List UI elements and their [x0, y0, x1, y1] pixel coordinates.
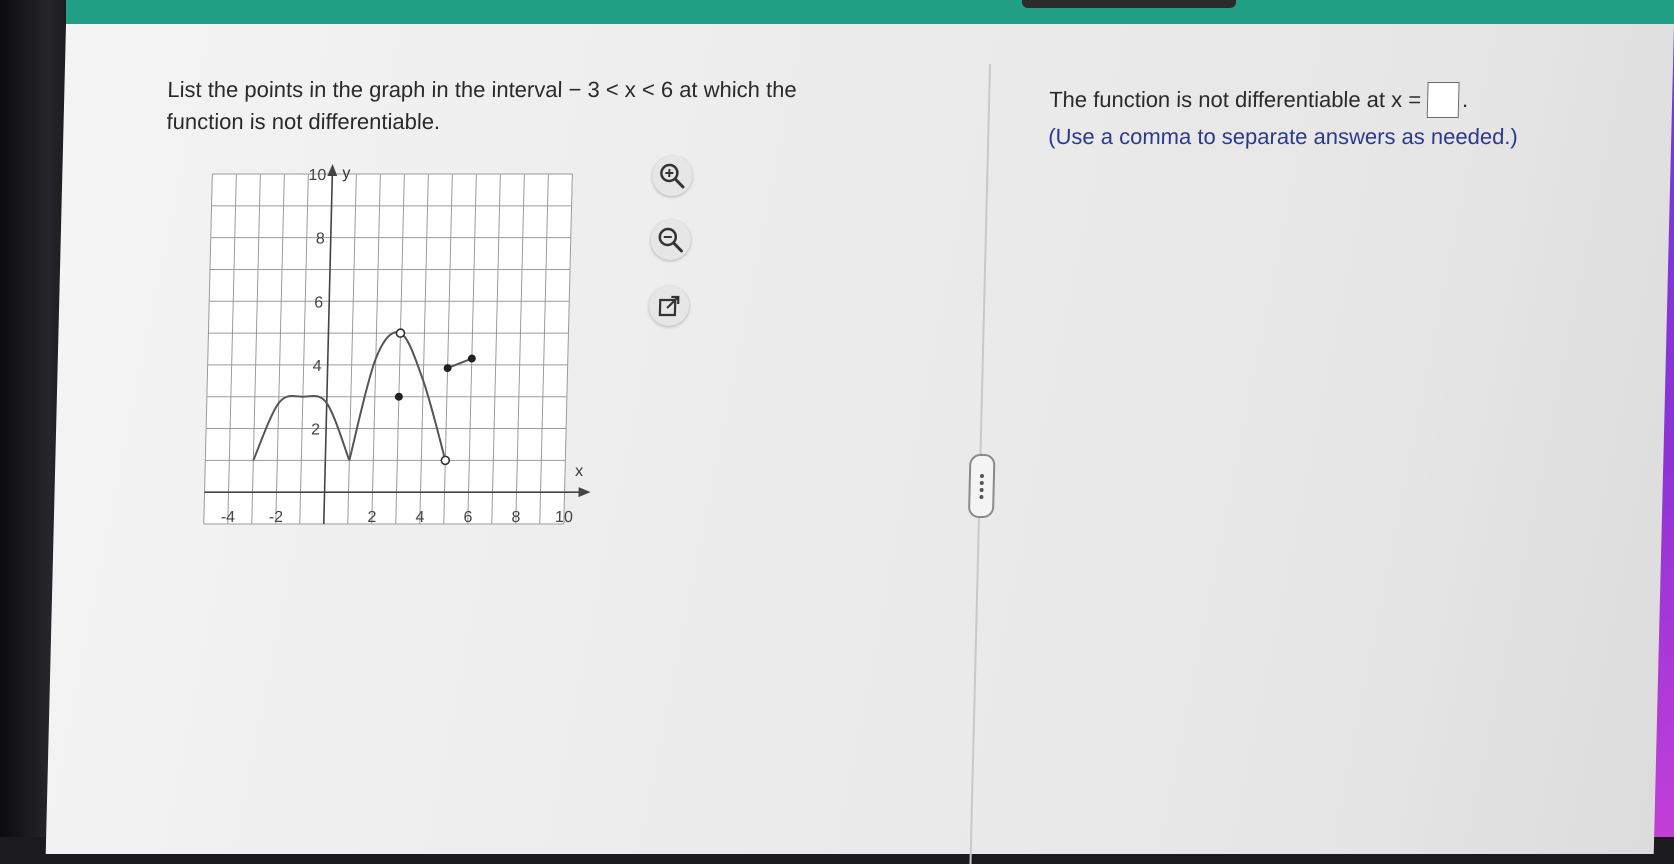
function-graph: y x -4 -2 2 4 6 8 10 10 8 6 4 2: [192, 164, 642, 584]
question-text-part-3: function is not differentiable.: [166, 109, 440, 134]
y-tick-label: 6: [314, 294, 323, 311]
x-tick-label: 4: [415, 509, 424, 526]
y-axis-arrow: [327, 164, 337, 176]
answer-line: The function is not differentiable at x …: [1049, 82, 1469, 118]
zoom-in-icon: [657, 161, 688, 191]
y-tick-label: 10: [308, 167, 326, 184]
question-panel: List the points in the graph in the inte…: [46, 24, 1674, 854]
y-tick-label: 8: [316, 231, 325, 248]
zoom-out-button[interactable]: [650, 220, 691, 260]
graph-svg: y x -4 -2 2 4 6 8 10 10 8 6 4 2: [192, 164, 642, 584]
x-tick-label: 10: [555, 509, 573, 526]
answer-hint: (Use a comma to separate answers as need…: [1048, 124, 1518, 150]
answer-input[interactable]: [1427, 82, 1460, 118]
popout-button[interactable]: [649, 286, 690, 326]
zoom-in-button[interactable]: [652, 156, 693, 196]
question-text-part-2: at which the: [679, 77, 797, 102]
zoom-out-icon: [655, 225, 686, 255]
x-tick-label: -4: [221, 509, 236, 526]
answer-prefix: The function is not differentiable at x …: [1049, 87, 1422, 113]
x-tick-label: 6: [463, 509, 472, 526]
x-axis-arrow: [578, 487, 590, 497]
external-link-icon: [655, 292, 684, 320]
open-point: [441, 456, 449, 464]
open-point: [396, 329, 404, 337]
x-tick-label: 8: [511, 509, 520, 526]
question-interval: − 3 < x < 6: [568, 77, 673, 102]
header-tab: [1022, 0, 1236, 8]
y-axis-label: y: [342, 165, 350, 182]
x-tick-label: 2: [367, 509, 376, 526]
answer-suffix: .: [1462, 87, 1469, 113]
y-tick-label: 4: [313, 358, 322, 375]
y-tick-label: 2: [311, 422, 320, 439]
panel-resize-handle[interactable]: [968, 454, 996, 518]
question-text-part-1: List the points in the graph in the inte…: [167, 77, 563, 102]
x-tick-label: -2: [269, 509, 284, 526]
x-axis-label: x: [575, 463, 583, 480]
question-text: List the points in the graph in the inte…: [166, 74, 928, 138]
